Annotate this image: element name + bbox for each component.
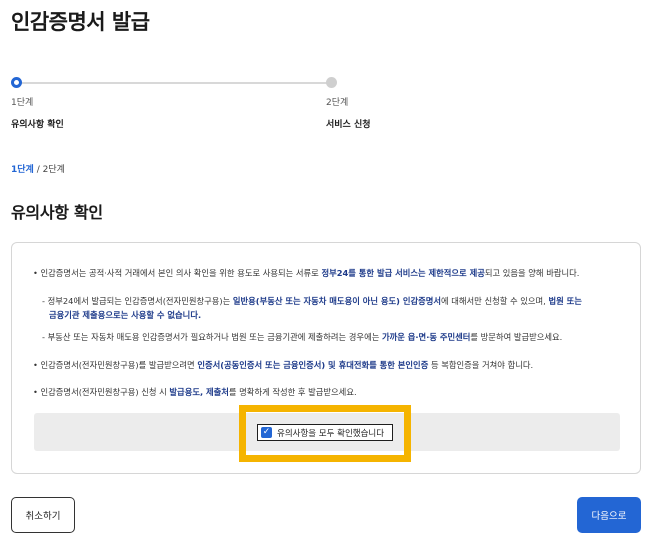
step-2-dot-icon [326,77,337,88]
breadcrumb-separator: / [33,165,43,175]
checkbox-checked-icon[interactable]: ✓ [261,427,272,438]
notice-1a-emphasis-2: 법원 또는 [548,296,582,306]
section-title: 유의사항 확인 [11,203,103,222]
notice-1b-text: - 부동산 또는 자동차 매도용 인감증명서가 필요하거나 법원 또는 금융기관… [42,332,382,342]
notice-item-2: • 인감증명서(전자민원창구용)를 발급받으려면 인증서(공동인증서 또는 금융… [33,358,533,372]
agree-checkbox-control[interactable]: ✓ 유의사항을 모두 확인했습니다 [257,424,393,441]
step-2: 2단계 서비스 신청 [326,77,371,130]
step-1-number: 1단계 [11,98,34,108]
next-button[interactable]: 다음으로 [577,497,641,533]
notice-item-1: • 인감증명서는 공적·사적 거래에서 본인 의사 확인을 위한 용도로 사용되… [33,266,579,280]
notice-1b-emphasis: 가까운 읍·면·동 주민센터 [381,332,471,342]
notice-item-1b: - 부동산 또는 자동차 매도용 인감증명서가 필요하거나 법원 또는 금융기관… [42,330,562,344]
step-1: 1단계 유의사항 확인 [11,77,64,130]
notice-3-text-end: 를 명확하게 작성한 후 발급받으세요. [228,387,357,397]
notice-1a-text-mid: 에 대해서만 신청할 수 있으며, [441,296,549,306]
step-2-name: 서비스 신청 [326,120,371,130]
notice-3-text: • 인감증명서(전자민원창구용) 신청 시 [33,387,170,397]
notice-item-3: • 인감증명서(전자민원창구용) 신청 시 발급용도, 제출처를 명확하게 작성… [33,385,357,399]
notice-1-text: • 인감증명서는 공적·사적 거래에서 본인 의사 확인을 위한 용도로 사용되… [33,268,322,278]
notice-1a-emphasis-3: 금융기관 제출용으로는 사용할 수 없습니다. [49,310,202,320]
notice-1a-emphasis-1: 일반용(부동산 또는 자동차 매도용이 아닌 용도) 인감증명서 [232,296,441,306]
page-title: 인감증명서 발급 [11,10,150,34]
breadcrumb: 1단계 / 2단계 [11,162,65,175]
step-2-number: 2단계 [326,98,349,108]
breadcrumb-current: 1단계 [11,165,34,175]
agree-checkbox-label[interactable]: 유의사항을 모두 확인했습니다 [277,427,384,439]
notice-1a-text: - 정부24에서 발급되는 인감증명서(전자민원창구용)는 [42,296,233,306]
notice-item-1a-line2: 금융기관 제출용으로는 사용할 수 없습니다. [49,308,201,322]
notice-item-1a: - 정부24에서 발급되는 인감증명서(전자민원창구용)는 일반용(부동산 또는… [42,294,582,308]
notice-1-text-end: 되고 있음을 양해 바랍니다. [484,268,580,278]
step-1-dot-icon [11,77,22,88]
step-1-name: 유의사항 확인 [11,120,64,130]
notice-2-text-end: 등 복합인증을 거쳐야 합니다. [428,360,534,370]
breadcrumb-next: 2단계 [42,165,65,175]
stepper: 1단계 유의사항 확인 2단계 서비스 신청 [11,77,371,137]
notice-3-emphasis: 발급용도, 제출처 [169,387,229,397]
notice-1-emphasis: 정부24를 통한 발급 서비스는 제한적으로 제공 [321,268,485,278]
notice-1b-text-end: 를 방문하여 발급받으세요. [470,332,563,342]
notice-2-text: • 인감증명서(전자민원창구용)를 발급받으려면 [33,360,198,370]
cancel-button[interactable]: 취소하기 [11,497,75,533]
notice-2-emphasis: 인증서(공동인증서 또는 금융인증서) 및 휴대전화를 통한 본인인증 [197,360,429,370]
